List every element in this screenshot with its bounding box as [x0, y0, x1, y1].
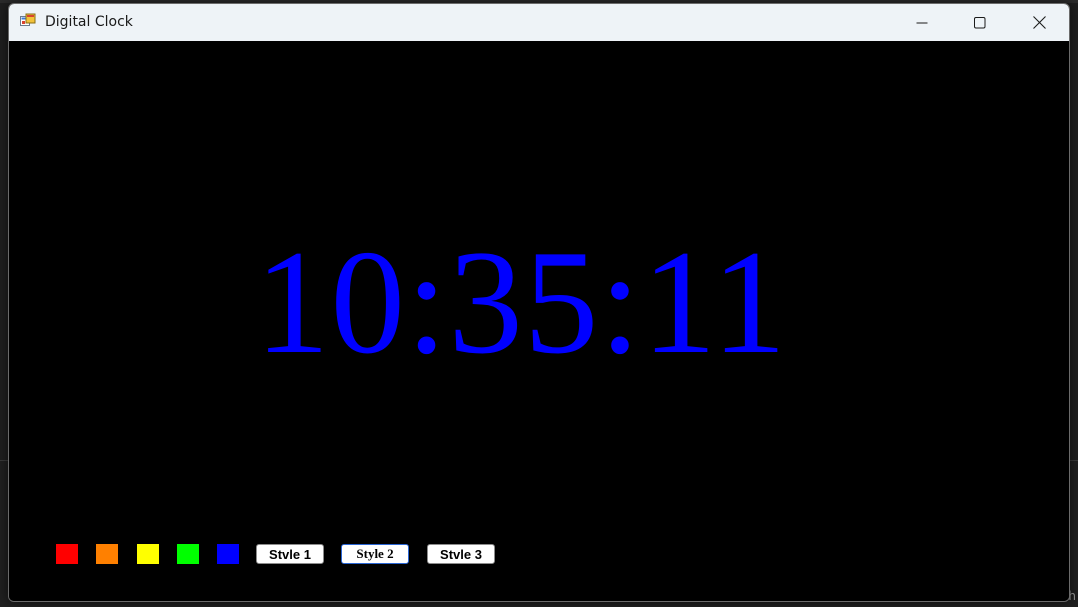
style-2-button[interactable]: Style 2 — [341, 544, 409, 564]
maximize-icon — [974, 16, 986, 28]
minimize-icon — [916, 22, 928, 23]
color-swatch-green[interactable] — [177, 544, 199, 564]
maximize-button[interactable] — [951, 4, 1009, 41]
color-swatch-blue[interactable] — [217, 544, 239, 564]
color-swatch-red[interactable] — [56, 544, 78, 564]
color-swatch-yellow[interactable] — [137, 544, 159, 564]
style-1-button[interactable]: Stvle 1 — [256, 544, 324, 564]
clock-time: 10:35:11 — [255, 220, 788, 385]
style-3-button[interactable]: Stvle 3 — [427, 544, 495, 564]
digital-clock-window: Digital Clock 10:35:11 Stvle 1 Style 2 S… — [8, 3, 1070, 602]
clock-panel: 10:35:11 Stvle 1 Style 2 Stvle 3 — [9, 41, 1069, 601]
app-window-icon — [20, 13, 36, 29]
close-icon — [1032, 16, 1046, 29]
color-swatch-orange[interactable] — [96, 544, 118, 564]
window-title: Digital Clock — [45, 14, 133, 30]
minimize-button[interactable] — [893, 4, 951, 41]
title-bar[interactable]: Digital Clock — [9, 4, 1069, 41]
close-button[interactable] — [1010, 4, 1068, 41]
